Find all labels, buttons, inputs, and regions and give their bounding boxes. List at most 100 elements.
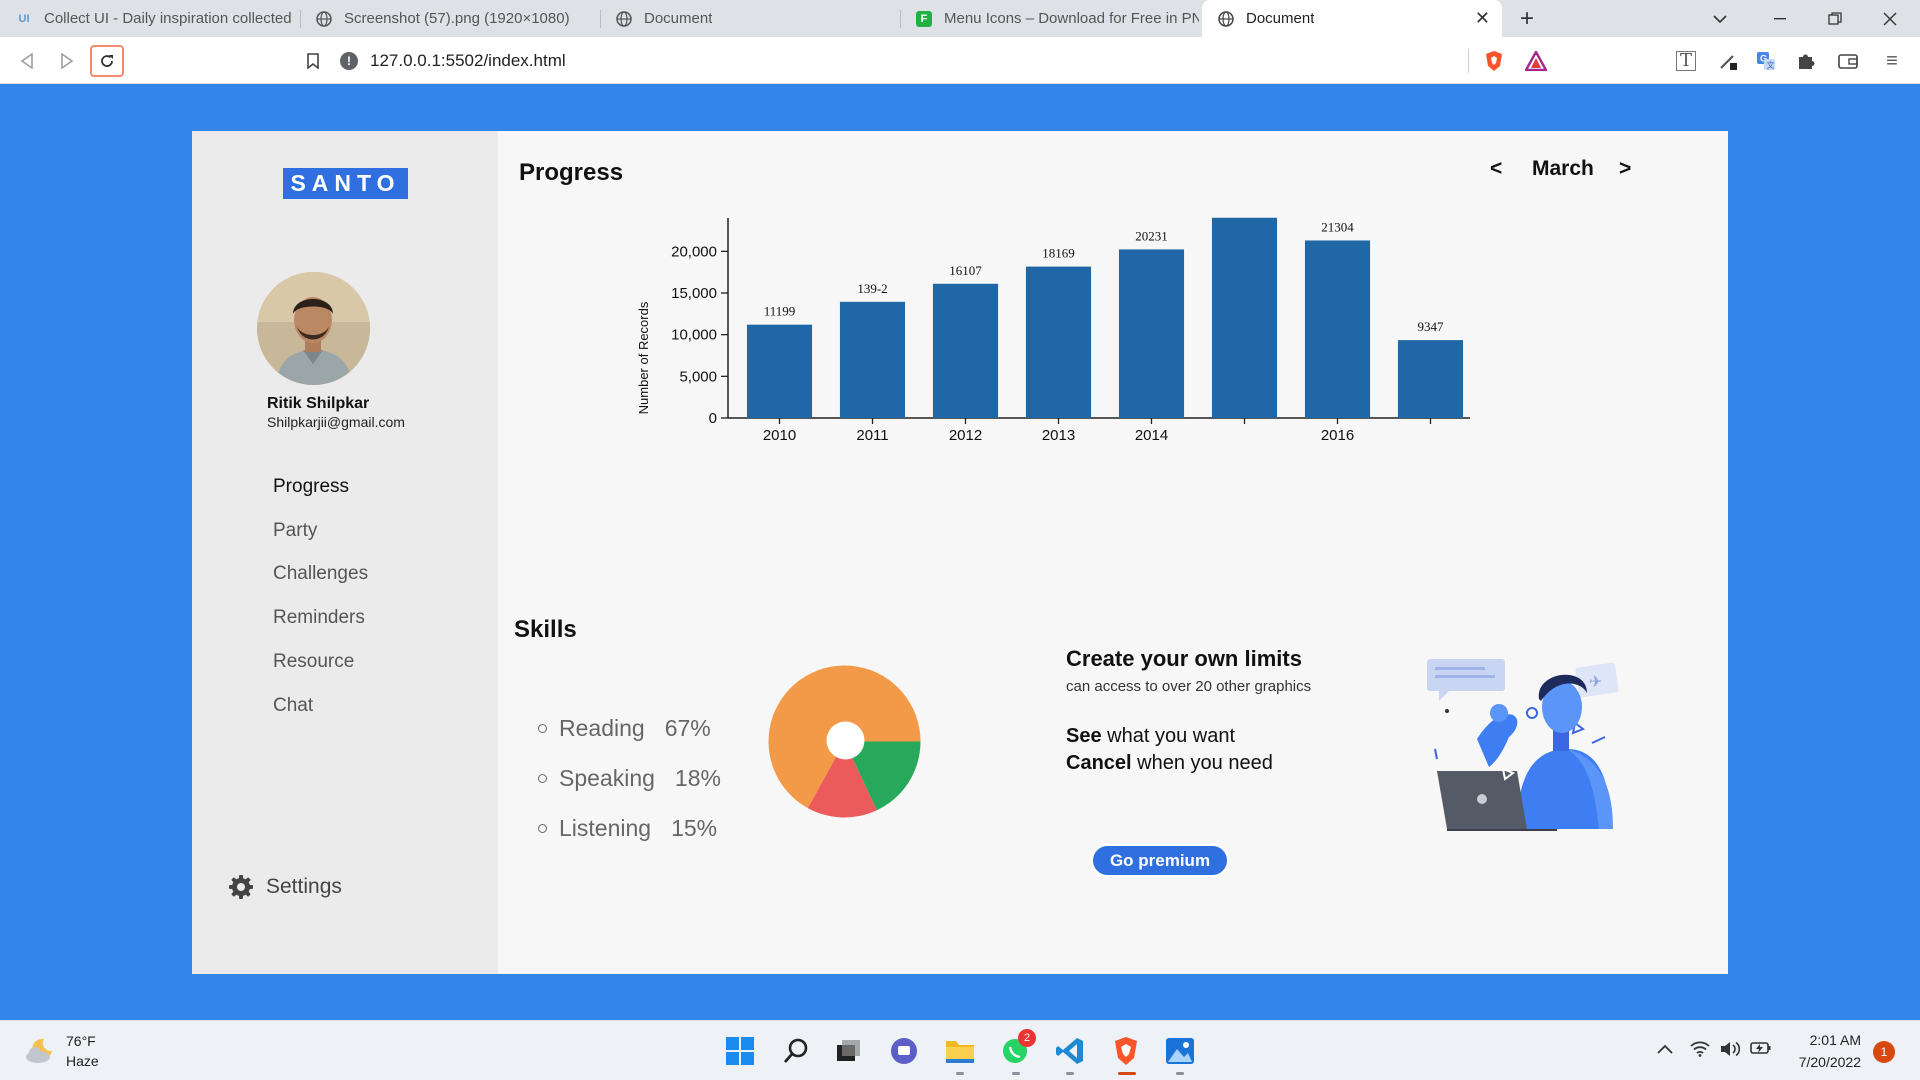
prev-month-button[interactable]: <: [1490, 157, 1502, 181]
x-tick-label: 2014: [1135, 427, 1168, 444]
browser-menu-icon[interactable]: ≡: [1880, 49, 1904, 73]
forward-button[interactable]: [50, 45, 84, 77]
bullet-icon: [538, 824, 547, 833]
x-tick-label: 2010: [763, 427, 796, 444]
brave-rewards-icon[interactable]: [1524, 49, 1548, 73]
browser-toolbar: ! 127.0.0.1:5502/index.html T G文 ≡: [0, 37, 1920, 84]
wifi-icon[interactable]: [1690, 1041, 1710, 1062]
sidebar-item-progress[interactable]: Progress: [273, 476, 349, 498]
bullet-icon: [538, 724, 547, 733]
tab-screenshot[interactable]: Screenshot (57).png (1920×1080): [300, 0, 600, 37]
notification-badge[interactable]: 1: [1873, 1041, 1895, 1063]
settings-button[interactable]: Settings: [228, 874, 342, 900]
y-tick-label: 5,000: [679, 368, 717, 385]
volume-icon[interactable]: [1720, 1041, 1741, 1062]
y-axis-label: Number of Records: [636, 301, 651, 414]
promo-subtitle: can access to over 20 other graphics: [1066, 678, 1312, 695]
tab-collect-ui[interactable]: UI Collect UI - Daily inspiration collec…: [0, 0, 300, 37]
records-bar-chart: 0 5,000 10,000 15,000 20,000 Number of Record…: [636, 217, 1470, 444]
windows-taskbar: 76°F Haze 2 2:01 AM 7/20/2022 1: [0, 1020, 1920, 1080]
bullet-icon: [538, 774, 547, 783]
go-premium-button[interactable]: Go premium: [1091, 844, 1229, 877]
bar: [1118, 249, 1185, 418]
promo-line-see: See what you want: [1066, 725, 1235, 748]
bar: [932, 283, 999, 418]
active-app-indicator: [1118, 1072, 1136, 1075]
start-button[interactable]: [722, 1033, 758, 1069]
show-hidden-icons[interactable]: [1657, 1041, 1673, 1059]
chat-icon: [891, 1038, 917, 1064]
tab-menu-icons[interactable]: F Menu Icons – Download for Free in PN: [900, 0, 1200, 37]
close-window-button[interactable]: [1870, 0, 1910, 37]
translate-icon[interactable]: G文: [1754, 49, 1778, 73]
text-tool-icon[interactable]: T: [1674, 49, 1698, 73]
sidebar-item-party[interactable]: Party: [273, 520, 317, 542]
sidebar-item-challenges[interactable]: Challenges: [273, 563, 368, 585]
address-bar[interactable]: ! 127.0.0.1:5502/index.html: [340, 43, 1468, 78]
teams-chat-button[interactable]: [886, 1033, 922, 1069]
user-name: Ritik Shilpkar: [267, 395, 370, 412]
new-tab-button[interactable]: +: [1512, 0, 1542, 37]
sidebar-item-resource[interactable]: Resource: [273, 651, 354, 673]
promo-line-rest: when you need: [1131, 752, 1273, 774]
flaticon-icon: F: [916, 10, 932, 27]
brave-shield-icon[interactable]: [1482, 49, 1506, 73]
bar: [1211, 217, 1278, 418]
promo-line-bold: Cancel: [1066, 752, 1132, 774]
weather-temp: 76°F: [66, 1033, 96, 1049]
skill-percent: 67%: [664, 715, 711, 741]
avatar: [257, 272, 370, 385]
vscode-button[interactable]: [1052, 1033, 1088, 1069]
skill-listening: Listening 15%: [538, 815, 717, 842]
running-indicator: [1012, 1072, 1020, 1075]
photos-icon: [1166, 1038, 1194, 1064]
bar-value-label: 21304: [1321, 219, 1354, 234]
gear-icon: [229, 875, 253, 899]
sidebar: SANTO Ritik Shilpkar Shilpkarjii@gmail.c…: [192, 131, 498, 974]
system-clock[interactable]: 2:01 AM 7/20/2022: [1786, 1029, 1861, 1073]
globe-icon: [616, 10, 632, 27]
settings-label: Settings: [266, 875, 342, 898]
next-month-button[interactable]: >: [1619, 157, 1631, 181]
minimize-window-button[interactable]: [1760, 0, 1800, 37]
search-button[interactable]: [778, 1033, 814, 1069]
globe-icon: [316, 10, 332, 27]
reload-button[interactable]: [90, 45, 124, 77]
tab-search-chevron-icon[interactable]: [1705, 0, 1735, 37]
file-explorer-button[interactable]: [942, 1033, 978, 1069]
site-info-icon[interactable]: !: [340, 51, 358, 70]
vscode-icon: [1056, 1038, 1083, 1064]
close-tab-icon[interactable]: ✕: [1475, 8, 1490, 29]
sidebar-item-reminders[interactable]: Reminders: [273, 607, 365, 629]
tab-label: Screenshot (57).png (1920×1080): [344, 10, 570, 27]
promo-title: Create your own limits: [1066, 646, 1302, 671]
brave-browser-button[interactable]: [1108, 1033, 1144, 1069]
x-tick-label: 2013: [1042, 427, 1075, 444]
task-view-button[interactable]: [830, 1033, 866, 1069]
whatsapp-button[interactable]: 2: [998, 1029, 1036, 1069]
photos-button[interactable]: [1162, 1033, 1198, 1069]
skills-pie-chart: [768, 665, 921, 818]
person-laptop-illustration: ✈: [1427, 659, 1619, 831]
eyedropper-icon[interactable]: [1716, 49, 1740, 73]
weather-widget[interactable]: 76°F Haze: [24, 1031, 99, 1071]
current-month: March: [1532, 157, 1594, 180]
promo-line-cancel: Cancel when you need: [1066, 752, 1273, 775]
skill-name: Speaking: [559, 765, 655, 791]
skill-name: Listening: [559, 815, 652, 841]
brand-logo: SANTO: [283, 168, 408, 199]
bar-value-label: 18169: [1042, 246, 1075, 261]
globe-icon: [1218, 10, 1234, 27]
svg-text:文: 文: [1767, 60, 1775, 70]
back-button[interactable]: [10, 45, 44, 77]
tab-document-active[interactable]: Document ✕: [1202, 0, 1502, 37]
tab-document[interactable]: Document: [600, 0, 900, 37]
extensions-puzzle-icon[interactable]: [1794, 49, 1818, 73]
bookmark-icon[interactable]: [296, 45, 330, 77]
restore-window-button[interactable]: [1815, 0, 1855, 37]
whatsapp-badge: 2: [1018, 1029, 1036, 1047]
wallet-icon[interactable]: [1836, 49, 1860, 73]
sidebar-item-chat[interactable]: Chat: [273, 695, 313, 717]
battery-icon[interactable]: [1750, 1041, 1772, 1060]
tab-label: Document: [1246, 10, 1315, 27]
